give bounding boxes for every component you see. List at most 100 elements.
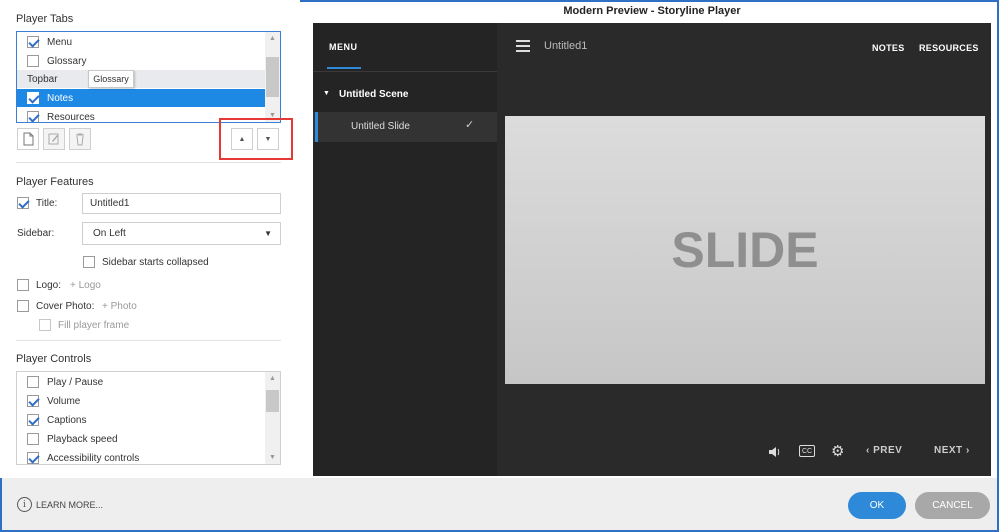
hamburger-icon[interactable]	[516, 40, 530, 52]
cancel-button[interactable]: CANCEL	[915, 492, 990, 519]
slide-title: Untitled Slide	[351, 121, 410, 132]
next-label: NEXT	[934, 445, 963, 456]
player-controls-list[interactable]: Play / Pause Volume Captions Playback sp…	[16, 371, 281, 465]
logo-checkbox[interactable]	[17, 279, 29, 291]
tooltip: Glossary	[88, 70, 134, 88]
tab-item-label: Glossary	[47, 55, 87, 67]
project-title: Untitled1	[544, 40, 588, 52]
next-button[interactable]: NEXT ›	[934, 445, 970, 456]
slide-item[interactable]: Untitled Slide ✓	[313, 112, 497, 142]
controls-scrollbar[interactable]: ▲ ▼	[265, 372, 280, 464]
menu-tab-underline	[327, 67, 361, 69]
scene-title[interactable]: Untitled Scene	[339, 89, 408, 100]
volume-icon[interactable]	[767, 445, 781, 459]
control-item-label: Play / Pause	[47, 376, 104, 388]
playback-speed-checkbox[interactable]	[27, 433, 39, 445]
tabs-scrollbar[interactable]: ▲ ▼	[265, 32, 280, 122]
chevron-right-icon: ›	[962, 445, 970, 456]
check-icon: ✓	[465, 119, 475, 131]
divider	[16, 162, 281, 163]
prev-button[interactable]: ‹ PREV	[866, 445, 902, 456]
new-tab-button[interactable]	[17, 128, 39, 150]
divider	[16, 340, 281, 341]
resources-checkbox[interactable]	[27, 111, 39, 122]
prev-label: PREV	[873, 445, 903, 456]
title-input[interactable]: Untitled1	[82, 193, 281, 214]
cover-photo-label: Cover Photo:	[36, 301, 95, 312]
play-pause-checkbox[interactable]	[27, 376, 39, 388]
scroll-thumb[interactable]	[266, 57, 279, 97]
trash-icon	[76, 133, 84, 146]
sidebar-collapsed-label: Sidebar starts collapsed	[102, 257, 209, 268]
tab-item-label: Menu	[47, 36, 73, 48]
slide-canvas: SLIDE	[505, 116, 985, 384]
notes-tab[interactable]: NOTES	[872, 43, 905, 53]
tab-item-glossary[interactable]: Glossary	[17, 52, 265, 70]
ok-button[interactable]: OK	[848, 492, 906, 519]
add-logo-link[interactable]: + Logo	[70, 280, 101, 291]
slide-placeholder-text: SLIDE	[671, 222, 819, 278]
settings-panel: Player Tabs Menu Glossary Topbar Notes R…	[0, 0, 300, 478]
control-item-volume[interactable]: Volume	[17, 392, 265, 410]
notes-checkbox[interactable]	[27, 92, 39, 104]
scroll-up-icon[interactable]: ▲	[265, 372, 280, 385]
glossary-checkbox[interactable]	[27, 55, 39, 67]
cover-photo-checkbox[interactable]	[17, 300, 29, 312]
player-features-heading: Player Features	[16, 176, 94, 188]
tab-item-label: Notes	[47, 92, 74, 104]
info-icon[interactable]: i	[17, 497, 32, 512]
control-item-label: Accessibility controls	[47, 452, 140, 464]
delete-tab-button[interactable]	[69, 128, 91, 150]
sidebar-collapsed-checkbox[interactable]	[83, 256, 95, 268]
player-controls-heading: Player Controls	[16, 353, 92, 365]
menu-tab[interactable]: MENU	[329, 42, 358, 52]
title-checkbox[interactable]	[17, 197, 29, 209]
control-item-label: Captions	[47, 414, 87, 426]
captions-icon[interactable]: CC	[799, 445, 815, 457]
edit-tab-button[interactable]	[43, 128, 65, 150]
tab-item-notes[interactable]: Notes	[17, 89, 265, 107]
scroll-thumb[interactable]	[266, 390, 279, 412]
control-item-accessibility[interactable]: Accessibility controls	[17, 449, 265, 464]
title-label: Title:	[36, 198, 58, 209]
accessibility-checkbox[interactable]	[27, 452, 39, 464]
player-sidebar: MENU ▼ Untitled Scene Untitled Slide ✓	[313, 23, 497, 476]
arrow-up-icon: ▲	[238, 135, 246, 143]
resources-tab[interactable]: RESOURCES	[919, 43, 979, 53]
scroll-up-icon[interactable]: ▲	[265, 32, 280, 45]
logo-label: Logo:	[36, 280, 62, 291]
player-tabs-list[interactable]: Menu Glossary Topbar Notes Resources ▲ ▼	[16, 31, 281, 123]
new-page-icon	[23, 132, 34, 146]
control-item-play-pause[interactable]: Play / Pause	[17, 373, 265, 391]
move-down-button[interactable]: ▼	[257, 128, 279, 150]
active-indicator	[315, 112, 318, 142]
control-item-playback-speed[interactable]: Playback speed	[17, 430, 265, 448]
volume-checkbox[interactable]	[27, 395, 39, 407]
learn-more-link[interactable]: LEARN MORE...	[36, 500, 103, 510]
player-tabs-heading: Player Tabs	[16, 13, 74, 25]
sidebar-label: Sidebar:	[17, 228, 55, 239]
captions-text: CC	[801, 447, 813, 455]
chevron-down-icon: ▼	[264, 229, 272, 238]
scroll-down-icon[interactable]: ▼	[265, 451, 280, 464]
fill-frame-checkbox[interactable]	[39, 319, 51, 331]
move-up-button[interactable]: ▲	[231, 128, 253, 150]
control-item-label: Volume	[47, 395, 81, 407]
player-preview: MENU ▼ Untitled Scene Untitled Slide ✓ U…	[313, 23, 991, 476]
add-photo-link[interactable]: + Photo	[102, 301, 137, 312]
sidebar-select[interactable]: On Left ▼	[82, 222, 281, 245]
settings-gear-icon[interactable]: ⚙	[831, 442, 844, 460]
group-label: Topbar	[27, 73, 58, 85]
tab-item-label: Resources	[47, 111, 95, 123]
edit-icon	[48, 133, 59, 145]
caret-down-icon: ▼	[323, 90, 330, 97]
tab-group-topbar: Topbar	[17, 70, 265, 88]
captions-checkbox[interactable]	[27, 414, 39, 426]
menu-checkbox[interactable]	[27, 36, 39, 48]
tab-item-menu[interactable]: Menu	[17, 33, 265, 51]
preview-window-title: Modern Preview - Storyline Player	[563, 5, 741, 17]
control-item-captions[interactable]: Captions	[17, 411, 265, 429]
control-item-label: Playback speed	[47, 433, 118, 445]
arrow-down-icon: ▼	[264, 135, 272, 143]
divider	[313, 71, 497, 72]
